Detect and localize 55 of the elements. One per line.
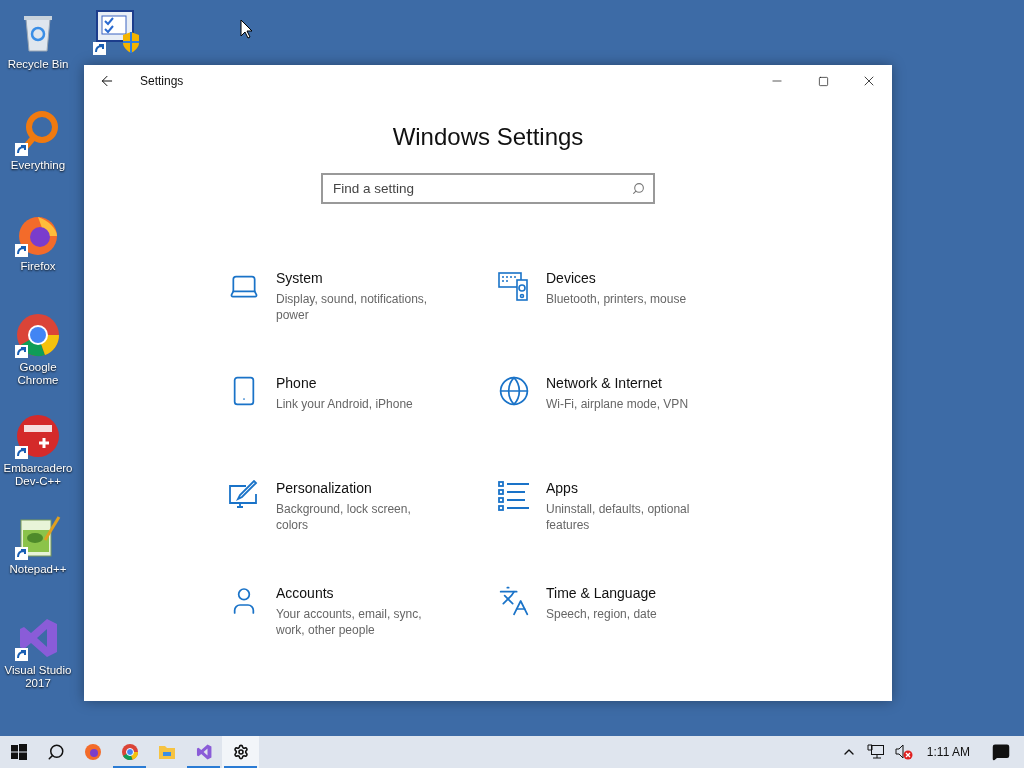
category-description: Bluetooth, printers, mouse [546,291,688,307]
page-heading: Windows Settings [392,123,584,151]
monitor-icon [93,9,139,55]
window-title: Settings [140,74,185,88]
search-icon [632,182,645,195]
dev-cpp-icon [15,413,61,459]
maximize-icon [817,75,829,87]
firefox-icon [83,743,102,761]
network-icon[interactable] [866,744,885,760]
keyboard-speaker-icon [498,270,530,302]
category-title: Network & Internet [546,375,663,391]
folder-icon [157,744,176,760]
list-icon [498,480,530,512]
category-title: Personalization [276,480,373,496]
category-description: Link your Android, iPhone [276,396,414,412]
desktop-icon-label[interactable]: Google Chrome [0,361,76,387]
settings-category[interactable]: Personalization Background, lock screen, colors [228,480,498,585]
category-title: Devices [546,270,597,286]
settings-category[interactable]: Network & Internet Wi-Fi, airplane mode, VPN [498,375,728,480]
settings-category[interactable]: Phone Link your Android, iPhone [228,375,498,480]
desktop-icon-label[interactable]: Everything [10,159,66,172]
windows-logo-icon [10,744,27,760]
notification-icon[interactable] [992,743,1010,761]
globe-icon [498,375,530,407]
taskbar-button[interactable] [222,736,259,768]
category-description: Speech, region, date [546,606,658,622]
desktop-icon-label[interactable]: Notepad++ [9,563,67,576]
category-title: Time & Language [546,585,657,601]
category-description: Display, sound, notifications, power [276,291,429,323]
category-description: Uninstall, defaults, optional features [546,501,691,533]
settings-category[interactable]: System Display, sound, notifications, power [228,270,498,375]
settings-category[interactable]: Time & Language Speech, region, date [498,585,728,690]
desktop-icon-label[interactable]: Firefox [20,260,56,273]
mouse-pointer-icon [240,19,253,39]
desktop-icon-label[interactable]: Embarcadero Dev-C++ [0,462,76,488]
settings-category[interactable]: Apps Uninstall, defaults, optional features [498,480,728,585]
muted-speaker-icon[interactable] [894,744,913,760]
gear-icon [232,744,249,760]
category-title: System [276,270,324,286]
category-title: Phone [276,375,318,391]
chrome-icon [15,312,61,358]
clock[interactable]: 1:11 AM [926,745,970,759]
chrome-icon [120,743,139,761]
settings-category[interactable]: Devices Bluetooth, printers, mouse [498,270,728,375]
category-title: Accounts [276,585,335,601]
category-description: Your accounts, email, sync, work, other people [276,606,423,638]
category-title: Apps [546,480,579,496]
search-icon [46,743,65,761]
category-description: Background, lock screen, colors [276,501,412,533]
search-field[interactable]: Find a setting [321,173,655,204]
category-description: Wi-Fi, airplane mode, VPN [546,396,690,412]
desktop-icon-label[interactable]: Visual Studio 2017 [0,664,76,690]
visual-studio-icon [194,743,213,761]
settings-category[interactable]: Accounts Your accounts, email, sync, work, other people [228,585,498,690]
desktop-icon-label[interactable]: Recycle Bin [7,58,69,71]
